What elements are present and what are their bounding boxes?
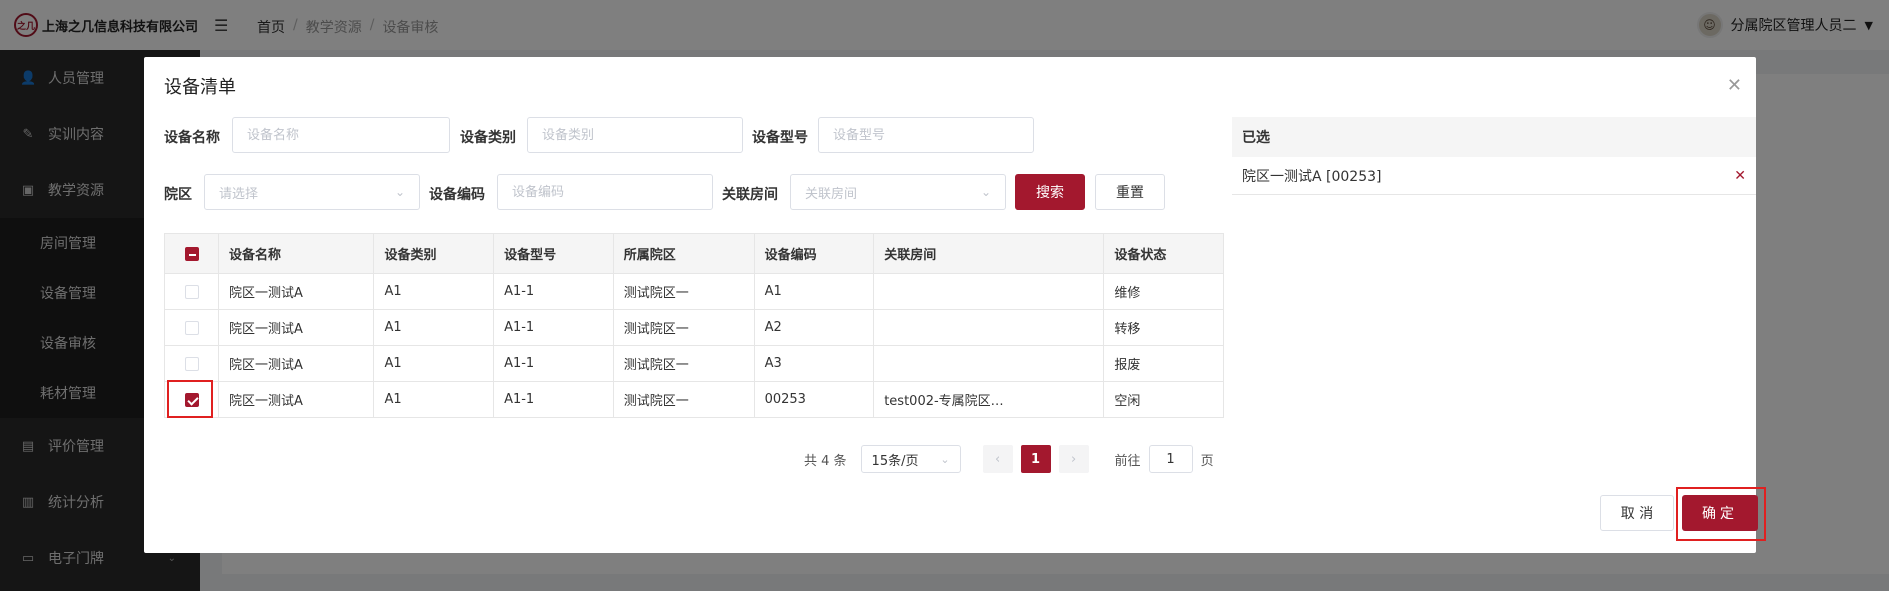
cell-code: A2 [753,309,875,346]
cell-type: A1 [373,345,495,382]
cell-type: A1 [373,381,495,418]
col-code: 设备编码 [753,233,875,274]
cell-code: A3 [753,345,875,382]
cell-model: A1-1 [493,381,614,418]
cell-name: 院区一测试A [217,345,375,382]
room-select-value: 关联房间 [805,186,858,202]
reset-button[interactable]: 重置 [1095,174,1165,210]
cell-campus: 测试院区一 [612,345,755,382]
page-number-current[interactable]: 1 [1020,445,1051,473]
device-table: 设备名称 设备类别 设备型号 所属院区 设备编码 关联房间 设备状态 院区一测试… [164,233,1224,418]
device-list-dialog: 设备清单 ✕ 设备名称 设备类别 设备型号 院区 请选择 ⌄ 设备编码 关联房间… [144,57,1766,553]
col-name: 设备名称 [217,233,375,274]
cell-type: A1 [373,309,495,346]
row-checkbox-cell[interactable] [164,345,219,382]
total-count: 共 4 条 [804,453,847,469]
remove-icon[interactable]: ✕ [1734,168,1746,184]
select-all-checkbox[interactable] [184,246,199,261]
campus-label: 院区 [164,187,192,203]
row-checkbox[interactable] [184,356,199,371]
table-row[interactable]: 院区一测试A A1 A1-1 测试院区一 00253 test002-专属院区…… [164,381,1224,418]
device-model-input[interactable] [818,117,1034,153]
cell-model: A1-1 [493,345,614,382]
selected-panel: 已选 院区一测试A [00253] ✕ [1232,117,1756,195]
cancel-button[interactable]: 取 消 [1600,495,1674,531]
campus-select[interactable]: 请选择 ⌄ [204,174,420,210]
checkbox-highlight [167,380,213,418]
goto-suffix: 页 [1200,453,1214,469]
cell-room [873,273,1105,310]
table-row[interactable]: 院区一测试A A1 A1-1 测试院区一 A1 维修 [164,273,1224,310]
type-label: 设备类别 [460,130,516,146]
cell-model: A1-1 [493,273,614,310]
table-row[interactable]: 院区一测试A A1 A1-1 测试院区一 A2 转移 [164,309,1224,346]
model-label: 设备型号 [752,130,808,146]
col-status: 设备状态 [1103,233,1224,274]
col-type: 设备类别 [373,233,495,274]
row-checkbox[interactable] [184,320,199,335]
chevron-down-icon: ⌄ [940,452,950,466]
cell-code: A1 [753,273,875,310]
cell-status: 转移 [1103,309,1224,346]
goto-label: 前往 [1114,453,1141,469]
page-size-select[interactable]: 15条/页 ⌄ [860,445,961,473]
search-button[interactable]: 搜索 [1015,174,1085,210]
cell-status: 报废 [1103,345,1224,382]
cell-status: 维修 [1103,273,1224,310]
cell-campus: 测试院区一 [612,309,755,346]
cell-name: 院区一测试A [217,273,375,310]
cell-code: 00253 [753,381,875,418]
col-room: 关联房间 [873,233,1105,274]
selected-item: 院区一测试A [00253] ✕ [1232,157,1756,195]
row-checkbox-cell[interactable] [164,309,219,346]
page-size-value: 15条/页 [871,453,919,469]
campus-select-value: 请选择 [219,186,259,202]
cell-campus: 测试院区一 [612,273,755,310]
selected-item-label: 院区一测试A [00253] [1242,168,1382,185]
col-model: 设备型号 [493,233,614,274]
close-icon[interactable]: ✕ [1727,75,1742,96]
cell-name: 院区一测试A [217,309,375,346]
prev-page-button[interactable]: ‹ [982,445,1013,473]
selected-header: 已选 [1232,117,1756,157]
goto-page-input[interactable]: 1 [1148,445,1193,473]
select-all-cell[interactable] [164,233,219,274]
device-type-input[interactable] [527,117,743,153]
cell-name: 院区一测试A [217,381,375,418]
pagination: 共 4 条 15条/页 ⌄ ‹ 1 › 前往 1 页 [804,445,1214,473]
row-checkbox-cell[interactable] [164,273,219,310]
device-name-input[interactable] [232,117,450,153]
cell-status: 空闲 [1103,381,1224,418]
cell-room [873,309,1105,346]
cell-model: A1-1 [493,309,614,346]
cell-type: A1 [373,273,495,310]
cell-campus: 测试院区一 [612,381,755,418]
device-code-input[interactable] [497,174,713,210]
confirm-highlight [1676,487,1766,541]
chevron-down-icon: ⌄ [980,185,991,199]
room-label: 关联房间 [722,187,778,203]
room-select[interactable]: 关联房间 ⌄ [790,174,1006,210]
name-label: 设备名称 [164,130,220,146]
table-header-row: 设备名称 设备类别 设备型号 所属院区 设备编码 关联房间 设备状态 [164,233,1224,274]
cell-room [873,345,1105,382]
col-campus: 所属院区 [612,233,755,274]
chevron-down-icon: ⌄ [394,185,405,199]
row-checkbox[interactable] [184,284,199,299]
table-row[interactable]: 院区一测试A A1 A1-1 测试院区一 A3 报废 [164,345,1224,382]
next-page-button[interactable]: › [1058,445,1089,473]
code-label: 设备编码 [429,187,485,203]
dialog-title: 设备清单 [164,77,236,98]
cell-room: test002-专属院区… [873,381,1105,418]
